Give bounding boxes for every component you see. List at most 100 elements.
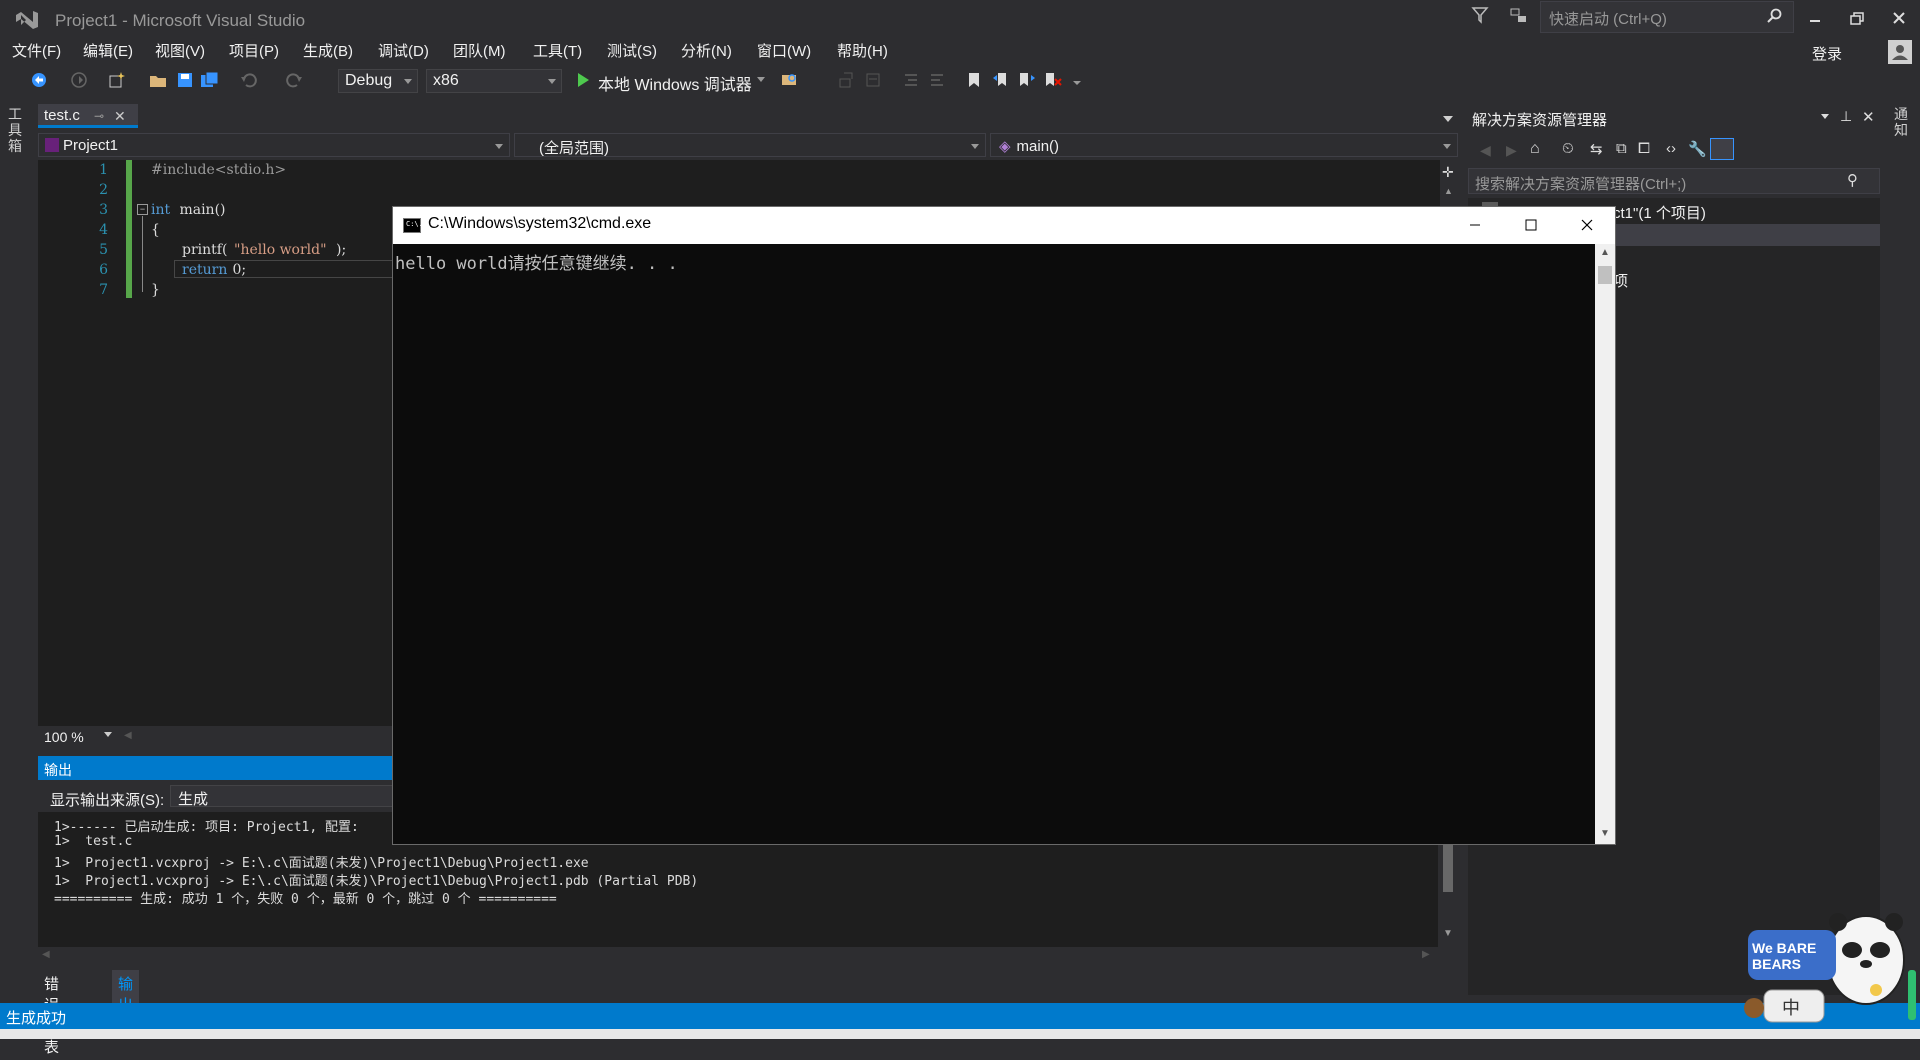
save-icon[interactable] [176,71,194,89]
forward-icon[interactable] [70,71,88,89]
scope-dropdown[interactable]: (全局范围) [514,133,986,157]
window-position-icon[interactable] [1821,114,1829,119]
cmd-maximize-button[interactable] [1503,207,1559,244]
quick-launch-search[interactable]: 快速启动 (Ctrl+Q) [1540,1,1794,33]
menu-edit[interactable]: 编辑(E) [83,40,133,61]
collapse-all-icon[interactable]: ⧉ [1616,140,1627,157]
code-line-1: #include<stdio.h> [151,162,287,178]
bookmark-icon[interactable] [966,71,982,89]
menu-build[interactable]: 生成(B) [303,40,353,61]
restore-button[interactable] [1837,4,1877,32]
comment-lines-icon[interactable] [902,71,920,89]
notification-filter-icon[interactable] [1471,6,1489,24]
scroll-thumb[interactable] [1443,842,1453,892]
clear-bookmarks-icon[interactable] [1044,71,1062,89]
scroll-left-icon[interactable]: ◀ [42,949,50,960]
home-icon[interactable]: ⌂ [1530,140,1540,158]
menu-view[interactable]: 视图(V) [155,40,205,61]
open-file-icon[interactable] [148,71,168,89]
toolbox-tab[interactable]: 工具箱 [8,106,26,154]
menu-test[interactable]: 测试(S) [607,40,657,61]
menu-analyze[interactable]: 分析(N) [681,40,732,61]
chevron-down-icon[interactable] [756,76,766,84]
scroll-left-icon[interactable]: ◀ [124,730,132,741]
ime-mode-indicator[interactable]: 中 [1782,994,1800,1020]
tab-test-c[interactable]: test.c ⊸ ✕ [38,104,138,128]
redo-icon[interactable] [285,71,303,89]
forward-icon[interactable]: ▶ [1506,142,1517,159]
search-icon[interactable]: ⚲ [1847,171,1858,189]
close-panel-icon[interactable]: ✕ [1862,108,1875,126]
chevron-down-icon[interactable] [104,732,112,737]
notifications-tab[interactable]: 通知 [1894,106,1912,138]
scroll-up-icon[interactable]: ▲ [1600,247,1610,258]
menu-window[interactable]: 窗口(W) [757,40,811,61]
pending-changes-filter-icon[interactable]: ⏲ [1562,140,1574,157]
find-in-files-icon[interactable] [780,71,800,89]
title-bar: Project1 - Microsoft Visual Studio 快速启动 … [0,0,1920,40]
output-line: 1> Project1.vcxproj -> E:\.c\面试题(未发)\Pro… [54,856,589,871]
output-source-select[interactable]: 生成 [170,785,410,808]
cmd-vertical-scrollbar[interactable]: ▲ ▼ [1595,244,1615,844]
close-window-button[interactable] [1879,4,1919,32]
cmd-console-window[interactable]: C:\. C:\Windows\system32\cmd.exe hello w… [393,207,1615,844]
search-icon[interactable] [1767,8,1783,24]
collapse-outline-icon[interactable]: − [137,204,148,215]
solution-platform-select[interactable]: x86 [426,69,562,93]
scroll-right-icon[interactable]: ▶ [1422,949,1430,960]
menu-tools[interactable]: 工具(T) [533,40,582,61]
scroll-down-icon[interactable]: ▼ [1600,828,1610,839]
menu-help[interactable]: 帮助(H) [837,40,888,61]
menu-team[interactable]: 团队(M) [453,40,506,61]
cmd-minimize-button[interactable] [1447,207,1503,244]
view-code-icon[interactable]: ‹› [1666,140,1676,157]
pin-icon[interactable]: ⊸ [94,104,104,128]
member-dropdown[interactable]: ◈ main() [990,133,1458,157]
back-icon[interactable]: ◀ [1480,142,1491,159]
uncomment-lines-icon[interactable] [928,71,946,89]
cmd-title-bar[interactable]: C:\. C:\Windows\system32\cmd.exe [393,207,1615,244]
menu-debug[interactable]: 调试(D) [378,40,429,61]
start-debugging-play-icon[interactable] [576,72,590,88]
account-avatar-icon[interactable] [1888,40,1912,64]
show-all-files-icon[interactable]: ⧠ [1638,140,1650,157]
solution-node-label[interactable]: ct1"(1 个项目) [1613,202,1706,223]
login-link[interactable]: 登录 [1812,43,1842,64]
tab-list-dropdown-icon[interactable] [1443,116,1453,122]
status-bar: 生成成功 [0,1003,1920,1029]
step-over-icon[interactable] [864,71,882,89]
right-tool-strip [1890,98,1920,1003]
undo-icon[interactable] [240,71,258,89]
output-horizontal-scrollbar[interactable]: ◀ ▶ [38,947,1438,965]
sync-icon[interactable]: ⇆ [1590,140,1603,158]
quick-launch-placeholder: 快速启动 (Ctrl+Q) [1549,11,1667,28]
properties-wrench-icon[interactable]: 🔧 [1688,140,1707,158]
tree-item-label[interactable]: 项 [1613,270,1628,291]
menu-project[interactable]: 项目(P) [229,40,279,61]
back-icon[interactable] [30,71,48,89]
scroll-down-icon[interactable]: ▼ [1443,928,1453,939]
code-line-5-end: ); [336,242,347,258]
pin-icon[interactable]: ⊥ [1840,108,1852,125]
close-tab-icon[interactable]: ✕ [114,104,126,128]
start-debugging-button[interactable]: 本地 Windows 调试器 [598,71,752,95]
scroll-thumb[interactable] [1598,266,1612,284]
standard-toolbar: Debug x86 本地 Windows 调试器 [0,64,1920,98]
feedback-icon[interactable] [1509,6,1529,26]
new-project-icon[interactable] [107,71,127,89]
cmd-close-button[interactable] [1559,207,1615,244]
preview-selected-icon[interactable] [1710,138,1734,160]
scroll-up-icon[interactable]: ▲ [1444,186,1453,196]
previous-bookmark-icon[interactable] [992,71,1010,89]
split-window-icon[interactable]: ✛ [1442,164,1454,181]
solution-configuration-select[interactable]: Debug [338,69,418,93]
save-all-icon[interactable] [200,71,220,89]
zoom-level[interactable]: 100 % [44,729,84,745]
solution-search-input[interactable]: 搜索解决方案资源管理器(Ctrl+;) ⚲ [1468,168,1880,194]
next-bookmark-icon[interactable] [1018,71,1036,89]
project-dropdown[interactable]: Project1 [38,133,510,157]
step-into-icon[interactable] [838,71,856,89]
minimize-button[interactable] [1795,4,1835,32]
menu-file[interactable]: 文件(F) [12,40,61,61]
toolbar-options-icon[interactable] [1072,78,1082,86]
